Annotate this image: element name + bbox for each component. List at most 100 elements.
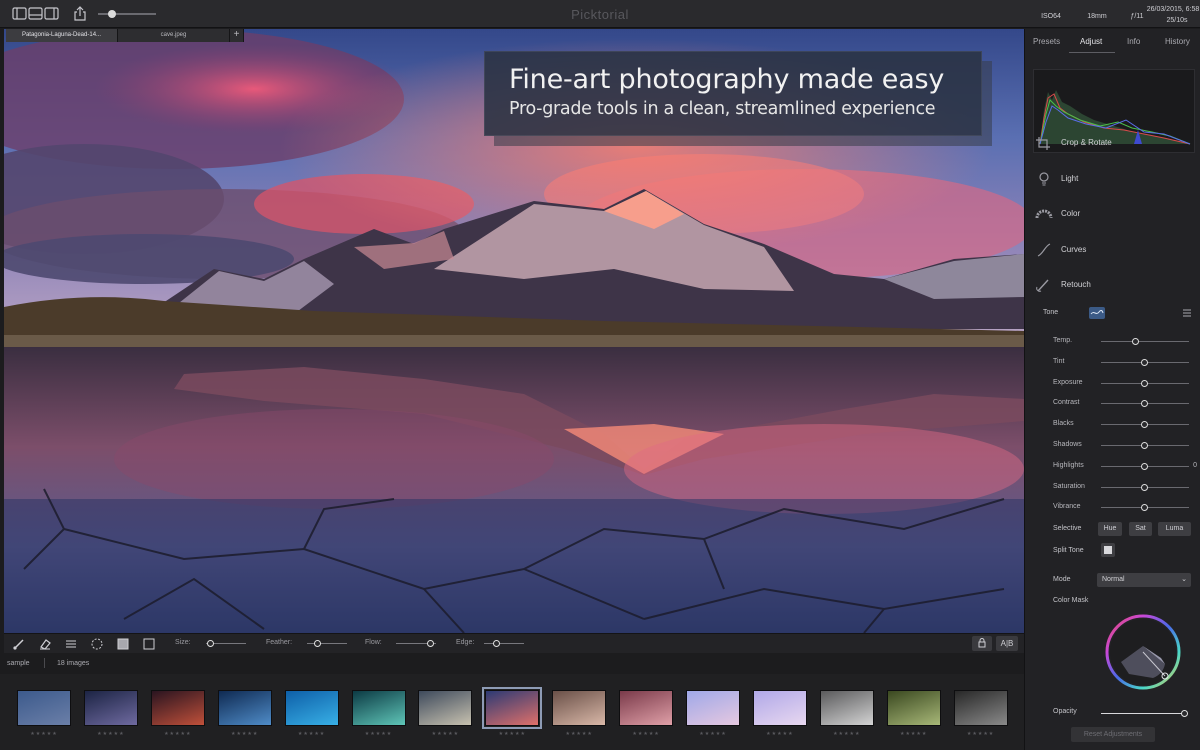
tone-curve-toggle[interactable] bbox=[1089, 307, 1105, 319]
adjust-slider[interactable] bbox=[1101, 483, 1189, 491]
filmstrip-thumbnail[interactable] bbox=[217, 690, 272, 726]
star-rating[interactable]: ★★★★★ bbox=[686, 731, 740, 737]
star-rating[interactable]: ★★★★★ bbox=[285, 731, 339, 737]
tab-cave[interactable]: cave.jpeg bbox=[118, 29, 230, 42]
share-icon[interactable] bbox=[72, 6, 88, 22]
adjust-slider[interactable] bbox=[1101, 462, 1189, 470]
adjust-slider-knob[interactable] bbox=[1141, 379, 1148, 387]
feather-slider-knob[interactable] bbox=[313, 640, 321, 647]
filmstrip-thumbnail[interactable] bbox=[284, 690, 339, 726]
album-name[interactable]: sample bbox=[7, 660, 30, 667]
banner-subheadline: Pro-grade tools in a clean, streamlined … bbox=[509, 99, 936, 119]
zoom-slider[interactable] bbox=[98, 10, 156, 18]
adjust-label: Tint bbox=[1053, 357, 1065, 365]
reset-adjustments-button[interactable]: Reset Adjustments bbox=[1071, 727, 1155, 742]
adjust-label: Vibrance bbox=[1053, 503, 1081, 511]
filmstrip-thumbnail[interactable] bbox=[752, 690, 807, 726]
adjust-slider[interactable] bbox=[1101, 504, 1189, 512]
adjust-slider[interactable] bbox=[1101, 358, 1189, 366]
filmstrip-thumbnail[interactable] bbox=[686, 690, 740, 726]
adjust-slider-knob[interactable] bbox=[1141, 504, 1148, 512]
adjust-slider-knob[interactable] bbox=[1141, 483, 1148, 491]
tool-label: Curves bbox=[1061, 245, 1087, 254]
tab-adjust[interactable]: Adjust bbox=[1080, 37, 1102, 46]
adjust-slider[interactable] bbox=[1101, 442, 1189, 449]
flow-slider[interactable] bbox=[396, 640, 436, 647]
filmstrip-thumbnail[interactable] bbox=[351, 690, 406, 726]
filmstrip-thumbnail[interactable] bbox=[150, 690, 205, 726]
tab-history[interactable]: History bbox=[1165, 37, 1190, 46]
tab-patagonia[interactable]: Patagonia-Laguna-Dead-14... bbox=[6, 29, 118, 42]
adjust-slider[interactable] bbox=[1101, 379, 1189, 387]
star-rating[interactable]: ★★★★★ bbox=[954, 731, 1008, 737]
adjust-slider[interactable] bbox=[1101, 421, 1189, 429]
selective-hue-button[interactable]: Hue bbox=[1098, 522, 1122, 536]
filmstrip-thumbnail[interactable] bbox=[619, 690, 674, 726]
filmstrip-thumbnail[interactable] bbox=[482, 687, 543, 729]
opacity-slider-knob[interactable] bbox=[1181, 710, 1188, 717]
radial-icon[interactable] bbox=[90, 637, 104, 651]
filmstrip-thumbnail[interactable] bbox=[953, 690, 1008, 726]
adjust-row-temp: Temp. bbox=[1025, 335, 1200, 349]
view-mode-buttons[interactable] bbox=[12, 6, 60, 22]
tool-light[interactable]: Light bbox=[1033, 169, 1193, 189]
star-rating[interactable]: ★★★★★ bbox=[17, 731, 71, 737]
zoom-slider-knob[interactable] bbox=[108, 10, 116, 18]
compare-ab-button[interactable]: A|B bbox=[996, 636, 1018, 651]
star-rating[interactable]: ★★★★★ bbox=[887, 731, 941, 737]
tool-color[interactable]: Color bbox=[1033, 204, 1193, 224]
filmstrip-thumbnail[interactable] bbox=[83, 690, 138, 726]
flow-slider-knob[interactable] bbox=[426, 640, 434, 647]
split-tone-button[interactable] bbox=[1101, 543, 1115, 557]
filmstrip-thumbnail[interactable] bbox=[886, 690, 941, 726]
lock-button[interactable] bbox=[972, 636, 992, 651]
adjust-slider-knob[interactable] bbox=[1141, 400, 1148, 408]
brush-icon[interactable] bbox=[12, 637, 26, 651]
edge-slider-knob[interactable] bbox=[492, 640, 500, 647]
tool-retouch[interactable]: Retouch bbox=[1033, 275, 1193, 295]
clear-mask-icon[interactable] bbox=[142, 637, 156, 651]
star-rating[interactable]: ★★★★★ bbox=[485, 731, 539, 737]
filmstrip-thumbnail[interactable] bbox=[418, 690, 473, 726]
add-tab-button[interactable]: + bbox=[230, 29, 244, 42]
adjust-slider[interactable] bbox=[1101, 400, 1189, 408]
star-rating[interactable]: ★★★★★ bbox=[619, 731, 673, 737]
adjust-slider-knob[interactable] bbox=[1141, 462, 1148, 470]
fill-mask-icon[interactable] bbox=[116, 637, 130, 651]
star-rating[interactable]: ★★★★★ bbox=[352, 731, 406, 737]
filmstrip-thumbnail[interactable] bbox=[819, 690, 874, 726]
tab-info[interactable]: Info bbox=[1127, 37, 1140, 46]
star-rating[interactable]: ★★★★★ bbox=[218, 731, 272, 737]
eraser-icon[interactable] bbox=[38, 637, 52, 651]
feather-slider[interactable] bbox=[307, 640, 347, 647]
star-rating[interactable]: ★★★★★ bbox=[84, 731, 138, 737]
edge-slider[interactable] bbox=[484, 640, 524, 647]
filmstrip-thumbnail[interactable] bbox=[552, 690, 607, 726]
star-rating[interactable]: ★★★★★ bbox=[151, 731, 205, 737]
star-rating[interactable]: ★★★★★ bbox=[820, 731, 874, 737]
tool-curves[interactable]: Curves bbox=[1033, 240, 1193, 260]
adjust-slider-knob[interactable] bbox=[1141, 442, 1148, 449]
tool-crop-rotate[interactable]: Crop & Rotate bbox=[1033, 133, 1193, 153]
tool-label: Retouch bbox=[1061, 280, 1091, 289]
selective-sat-button[interactable]: Sat bbox=[1129, 522, 1152, 536]
size-slider-knob[interactable] bbox=[206, 640, 214, 647]
adjust-label: Contrast bbox=[1053, 399, 1080, 407]
list-icon[interactable] bbox=[1181, 307, 1193, 319]
color-mask-wheel[interactable] bbox=[1103, 612, 1183, 692]
star-rating[interactable]: ★★★★★ bbox=[552, 731, 606, 737]
size-slider[interactable] bbox=[206, 640, 246, 647]
opacity-slider[interactable] bbox=[1101, 710, 1188, 717]
star-rating[interactable]: ★★★★★ bbox=[753, 731, 807, 737]
selective-luma-button[interactable]: Luma bbox=[1158, 522, 1191, 536]
filmstrip-thumbnail[interactable] bbox=[17, 690, 71, 726]
adjust-row-shadows: Shadows bbox=[1025, 439, 1200, 453]
adjust-slider-knob[interactable] bbox=[1132, 338, 1140, 345]
adjust-slider-knob[interactable] bbox=[1141, 421, 1148, 429]
stripes-icon[interactable] bbox=[64, 637, 78, 651]
mode-select[interactable]: Normal ⌄ bbox=[1097, 573, 1191, 587]
tab-presets[interactable]: Presets bbox=[1033, 37, 1060, 46]
adjust-slider[interactable] bbox=[1101, 338, 1189, 345]
star-rating[interactable]: ★★★★★ bbox=[418, 731, 472, 737]
adjust-slider-knob[interactable] bbox=[1141, 358, 1148, 366]
